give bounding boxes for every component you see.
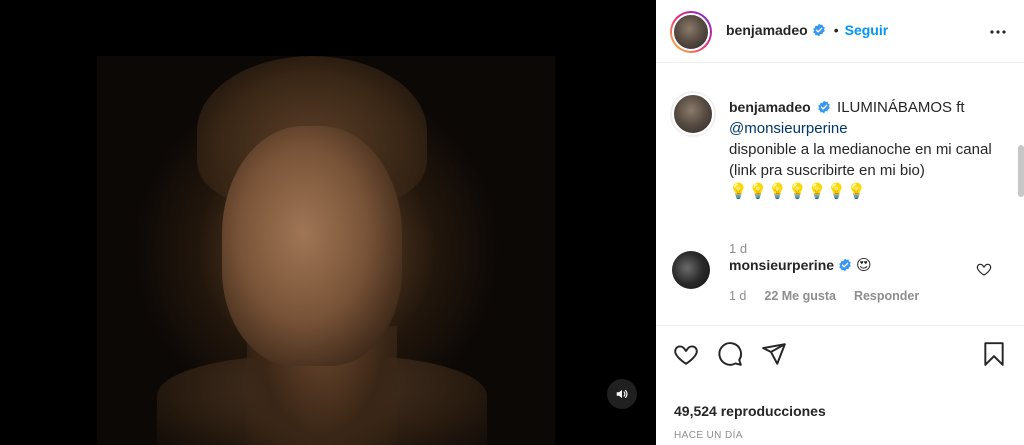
video-frame xyxy=(97,56,555,445)
share-button[interactable] xyxy=(760,340,788,368)
comment-text: monsieurperine 😍 xyxy=(729,255,872,275)
author-avatar-image xyxy=(672,13,710,51)
caption-mention-link[interactable]: @monsieurperine xyxy=(729,120,848,137)
caption-text: benjamadeo ILUMINÁBAMOS ft @monsieurperi… xyxy=(729,97,1009,202)
comments-section[interactable]: benjamadeo ILUMINÁBAMOS ft @monsieurperi… xyxy=(656,63,1024,325)
more-options-button[interactable] xyxy=(988,22,1008,42)
video-figure-face xyxy=(222,126,402,366)
comment-like-heart-icon[interactable] xyxy=(976,261,992,277)
views-count[interactable]: 49,524 reproducciones xyxy=(674,403,826,419)
comment-author-username[interactable]: monsieurperine xyxy=(729,255,834,275)
like-button[interactable] xyxy=(672,340,700,368)
caption-author-username[interactable]: benjamadeo xyxy=(729,99,811,115)
views-number: 49,524 xyxy=(674,403,717,419)
bookmark-icon xyxy=(984,342,1004,366)
comment-likes-count[interactable]: 22 Me gusta xyxy=(764,289,836,303)
follow-button[interactable]: Seguir xyxy=(845,22,889,38)
comment-author-avatar[interactable] xyxy=(672,251,710,289)
author-username[interactable]: benjamadeo xyxy=(726,22,808,38)
caption-author-avatar[interactable] xyxy=(672,93,714,135)
comments-scrollbar[interactable] xyxy=(1018,145,1024,197)
caption-bulb-emojis: 💡💡💡💡💡💡💡 xyxy=(729,182,867,200)
speaker-icon xyxy=(616,389,628,399)
caption-lead: ILUMINÁBAMOS ft xyxy=(837,99,965,116)
header-user: benjamadeo • Seguir xyxy=(726,22,888,38)
comment-meta: 1 d 22 Me gusta Responder xyxy=(729,289,919,303)
mute-toggle-button[interactable] xyxy=(607,379,637,409)
save-button[interactable] xyxy=(980,340,1008,368)
post-header: benjamadeo • Seguir xyxy=(656,0,1024,63)
caption-body: disponible a la medianoche en mi canal (… xyxy=(729,141,992,179)
verified-badge-icon xyxy=(839,258,851,272)
post-actions: 49,524 reproducciones HACE UN DÍA xyxy=(656,325,1024,445)
comment-emoji: 😍 xyxy=(856,256,872,274)
comment-bubble-icon xyxy=(718,342,742,366)
comment-timestamp[interactable]: 1 d xyxy=(729,289,746,303)
verified-badge-icon xyxy=(812,23,825,37)
verified-badge-icon xyxy=(818,100,830,114)
post-panel: benjamadeo • Seguir benjamadeo ILUMINÁBA… xyxy=(656,0,1024,445)
heart-icon xyxy=(674,345,698,365)
video-player[interactable] xyxy=(0,0,656,445)
caption-timestamp[interactable]: 1 d xyxy=(729,241,747,256)
more-icon xyxy=(990,30,1006,34)
separator-dot: • xyxy=(833,22,839,38)
post-timestamp[interactable]: HACE UN DÍA xyxy=(674,430,743,441)
views-label: reproducciones xyxy=(720,403,826,419)
author-avatar[interactable] xyxy=(670,11,712,53)
reply-button[interactable]: Responder xyxy=(854,289,919,303)
comment-button[interactable] xyxy=(716,340,744,368)
paper-plane-icon xyxy=(762,343,786,365)
